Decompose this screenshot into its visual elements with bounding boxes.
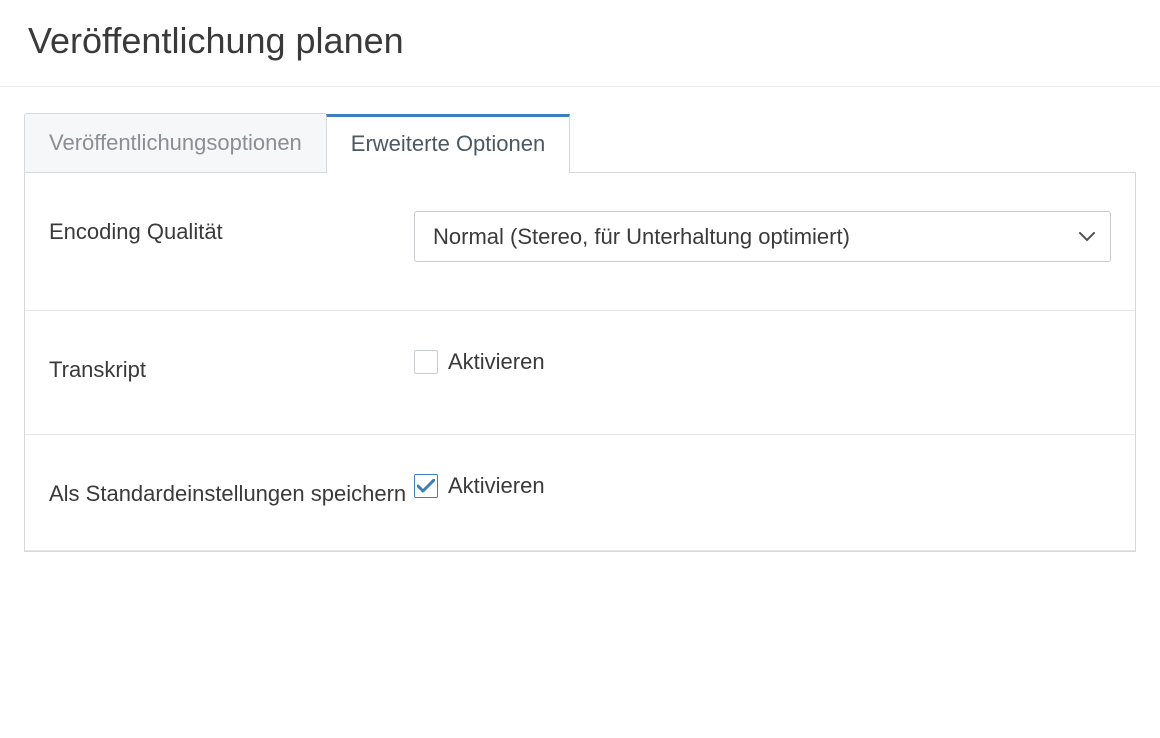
default-settings-checkbox-row: Aktivieren (414, 473, 1111, 499)
tabs-row: Veröffentlichungsoptionen Erweiterte Opt… (24, 113, 1136, 172)
page-header: Veröffentlichung planen (0, 0, 1160, 87)
transcript-checkbox-row: Aktivieren (414, 349, 1111, 375)
transcript-control: Aktivieren (414, 349, 1111, 375)
page-title: Veröffentlichung planen (28, 20, 1132, 62)
tab-advanced-options[interactable]: Erweiterte Optionen (326, 114, 570, 173)
default-settings-checkbox[interactable] (414, 474, 438, 498)
transcript-label: Transkript (49, 349, 414, 386)
transcript-section: Transkript Aktivieren (25, 311, 1135, 435)
tab-publish-options[interactable]: Veröffentlichungsoptionen (24, 113, 326, 172)
encoding-select[interactable]: Normal (Stereo, für Unterhaltung optimie… (414, 211, 1111, 262)
transcript-checkbox[interactable] (414, 350, 438, 374)
form-panel: Encoding Qualität Normal (Stereo, für Un… (24, 172, 1136, 552)
default-settings-label: Als Standardeinstellungen speichern (49, 473, 414, 510)
encoding-section: Encoding Qualität Normal (Stereo, für Un… (25, 173, 1135, 311)
default-settings-control: Aktivieren (414, 473, 1111, 499)
tab-label: Veröffentlichungsoptionen (49, 130, 302, 155)
tab-label: Erweiterte Optionen (351, 131, 545, 156)
encoding-label: Encoding Qualität (49, 211, 414, 248)
transcript-checkbox-label[interactable]: Aktivieren (448, 349, 545, 375)
encoding-control: Normal (Stereo, für Unterhaltung optimie… (414, 211, 1111, 262)
default-settings-section: Als Standardeinstellungen speichern Akti… (25, 435, 1135, 551)
default-settings-checkbox-label[interactable]: Aktivieren (448, 473, 545, 499)
encoding-select-wrap: Normal (Stereo, für Unterhaltung optimie… (414, 211, 1111, 262)
content-area: Veröffentlichungsoptionen Erweiterte Opt… (0, 87, 1160, 552)
